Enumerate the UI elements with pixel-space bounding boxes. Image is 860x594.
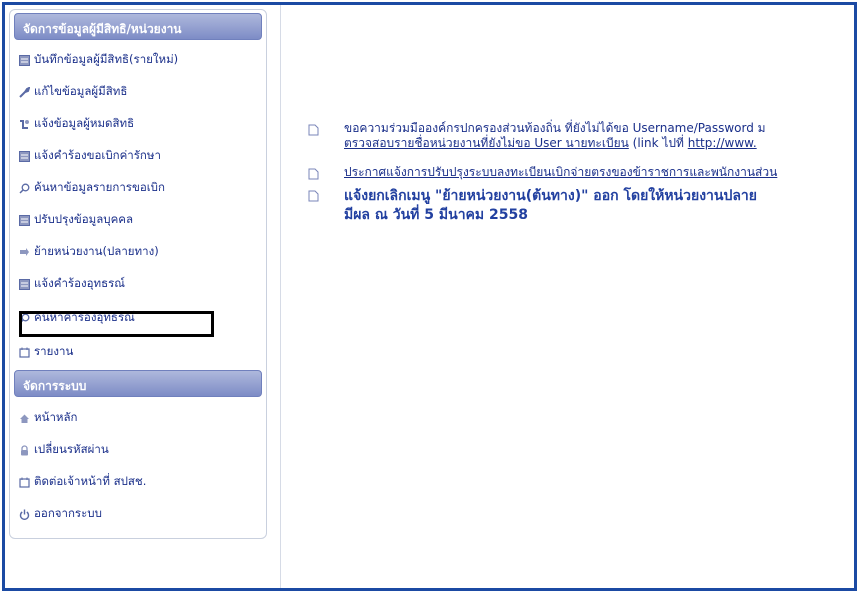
sidebar-item-label: ค้นหาคำร้องอุทธรณ์: [34, 310, 135, 324]
sidebar-item-label: ปรับปรุงข้อมูลบุคคล: [34, 212, 133, 226]
power-icon: [18, 508, 30, 520]
news-text-rest: (link ไปที่: [628, 136, 688, 150]
home-icon: [18, 412, 30, 424]
search-icon: [18, 312, 30, 324]
news-item-registration-update: ประกาศแจ้งการปรับปรุงระบบลงทะเบียนเบิกจ่…: [308, 163, 855, 181]
news-url-link[interactable]: http://www.: [688, 136, 757, 150]
sidebar-item-label: บันทึกข้อมูลผู้มีสิทธิ(รายใหม่): [34, 52, 179, 66]
sidebar: จัดการข้อมูลผู้มีสิทธิ/หน่วยงาน บันทึกข้…: [5, 5, 281, 588]
lock-icon: [18, 444, 30, 456]
notify-icon: [18, 118, 30, 130]
section-header-people: จัดการข้อมูลผู้มีสิทธิ/หน่วยงาน: [14, 13, 262, 40]
search-icon: [18, 182, 30, 194]
sidebar-item-update-person[interactable]: ปรับปรุงข้อมูลบุคคล: [18, 208, 262, 232]
sidebar-item-label: หน้าหลัก: [34, 410, 78, 424]
sidebar-item-label: แก้ไขข้อมูลผู้มีสิทธิ: [34, 84, 128, 98]
document-icon: [308, 165, 320, 180]
sidebar-item-change-password[interactable]: เปลี่ยนรหัสผ่าน: [18, 438, 262, 462]
sidebar-item-claim-request[interactable]: แจ้งคำร้องขอเบิกค่ารักษา: [18, 144, 262, 168]
document-icon: [308, 121, 320, 136]
main-content: ขอความร่วมมือองค์กรปกครองส่วนท้องถิ่น ที…: [282, 5, 855, 588]
sidebar-item-search-appeals[interactable]: ค้นหาคำร้องอุทธรณ์: [18, 306, 262, 330]
app-window: จัดการข้อมูลผู้มีสิทธิ/หน่วยงาน บันทึกข้…: [2, 2, 857, 591]
form-icon: [18, 278, 30, 290]
news-text-line2: ตรวจสอบรายชื่อหน่วยงานที่ยังไม่ขอ User น…: [344, 134, 757, 153]
news-item-cancel-menu: แจ้งยกเลิกเมนู "ย้ายหน่วยงาน(ต้นทาง)" ออ…: [308, 185, 855, 227]
sidebar-menu: จัดการข้อมูลผู้มีสิทธิ/หน่วยงาน บันทึกข้…: [9, 9, 267, 539]
sidebar-item-label: แจ้งข้อมูลผู้หมดสิทธิ: [34, 116, 135, 130]
report-icon: [18, 346, 30, 358]
news-text-line2: มีผล ณ วันที่ 5 มีนาคม 2558: [344, 207, 528, 223]
move-icon: [18, 246, 30, 258]
sidebar-item-label: เปลี่ยนรหัสผ่าน: [34, 442, 109, 456]
form-icon: [18, 54, 30, 66]
news-item-username-request: ขอความร่วมมือองค์กรปกครองส่วนท้องถิ่น ที…: [308, 119, 855, 153]
contact-icon: [18, 476, 30, 488]
news-link[interactable]: ประกาศแจ้งการปรับปรุงระบบลงทะเบียนเบิกจ่…: [344, 163, 777, 181]
sidebar-item-notify-expired[interactable]: แจ้งข้อมูลผู้หมดสิทธิ: [18, 112, 262, 136]
sidebar-item-search-claims[interactable]: ค้นหาข้อมูลรายการขอเบิก: [18, 176, 262, 200]
sidebar-item-appeal-request[interactable]: แจ้งคำร้องอุทธรณ์: [18, 272, 262, 296]
sidebar-item-move-unit[interactable]: ย้ายหน่วยงาน(ปลายทาง): [18, 240, 262, 264]
sidebar-item-logout[interactable]: ออกจากระบบ: [18, 502, 262, 526]
wrench-icon: [18, 86, 30, 98]
sidebar-item-label: แจ้งคำร้องอุทธรณ์: [34, 276, 125, 290]
news-link[interactable]: ตรวจสอบรายชื่อหน่วยงานที่ยังไม่ขอ User น…: [344, 136, 629, 150]
sidebar-item-label: ติดต่อเจ้าหน้าที่ สปสช.: [34, 474, 147, 488]
sidebar-item-label: แจ้งคำร้องขอเบิกค่ารักษา: [34, 148, 161, 162]
form-icon: [18, 150, 30, 162]
sidebar-item-home[interactable]: หน้าหลัก: [18, 406, 262, 430]
sidebar-item-label: ออกจากระบบ: [34, 506, 102, 520]
form-icon: [18, 214, 30, 226]
sidebar-item-label: ย้ายหน่วยงาน(ปลายทาง): [34, 244, 159, 258]
sidebar-item-edit-beneficiary[interactable]: แก้ไขข้อมูลผู้มีสิทธิ: [18, 80, 262, 104]
section-header-system: จัดการระบบ: [14, 370, 262, 397]
document-icon: [308, 187, 320, 202]
sidebar-item-label: ค้นหาข้อมูลรายการขอเบิก: [34, 180, 165, 194]
sidebar-item-label: รายงาน: [34, 344, 74, 358]
sidebar-item-reports[interactable]: รายงาน: [18, 340, 262, 364]
sidebar-item-contact-staff[interactable]: ติดต่อเจ้าหน้าที่ สปสช.: [18, 470, 262, 494]
sidebar-item-add-beneficiary[interactable]: บันทึกข้อมูลผู้มีสิทธิ(รายใหม่): [18, 48, 262, 72]
